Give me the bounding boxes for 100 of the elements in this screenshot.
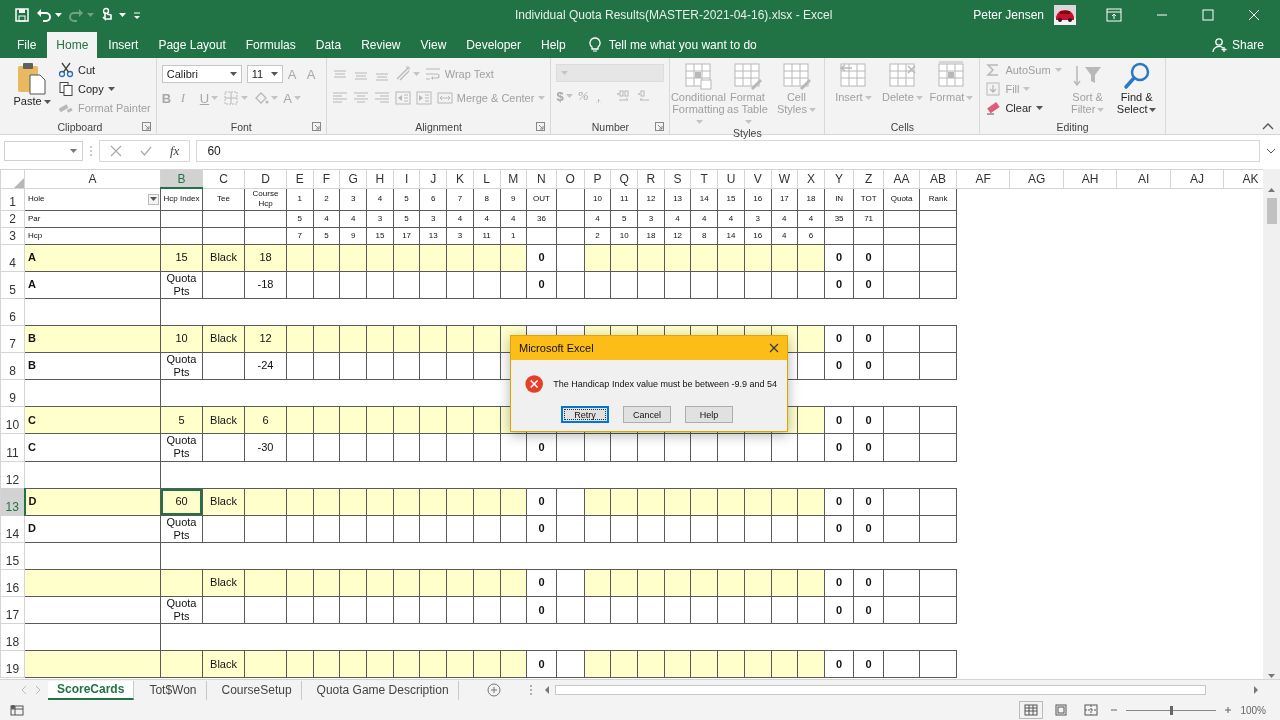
- column-header[interactable]: R: [637, 169, 665, 188]
- dropdown-field[interactable]: 11: [246, 65, 283, 83]
- ribbon-button[interactable]: Paste: [9, 61, 55, 107]
- sheet-tab[interactable]: CourseSetup: [212, 680, 302, 700]
- table-cell: 0: [853, 488, 884, 516]
- ribbon-tab[interactable]: Page Layout: [149, 32, 235, 58]
- column-header[interactable]: C: [202, 169, 245, 188]
- sheet-tab[interactable]: ScoreCards: [48, 680, 135, 700]
- column-header[interactable]: B: [160, 169, 203, 188]
- dialog-button[interactable]: Cancel: [623, 406, 671, 423]
- column-header[interactable]: AF: [956, 169, 1010, 188]
- row-header[interactable]: 19: [0, 650, 25, 678]
- zoom-level[interactable]: 100%: [1240, 704, 1266, 716]
- ribbon-tab[interactable]: View: [411, 32, 456, 58]
- column-header[interactable]: I: [393, 169, 420, 188]
- group-label: Font: [230, 120, 252, 133]
- table-cell: 3: [446, 227, 474, 244]
- column-header[interactable]: AJ: [1170, 169, 1224, 188]
- row-header[interactable]: 15: [0, 542, 25, 570]
- column-header[interactable]: N: [526, 169, 557, 188]
- row-header[interactable]: 14: [0, 515, 25, 543]
- ribbon-button[interactable]: Copy: [58, 80, 151, 98]
- row-header[interactable]: 4: [0, 244, 25, 271]
- row-header[interactable]: 11: [0, 433, 25, 462]
- row-header[interactable]: 9: [0, 379, 25, 407]
- ribbon-tab[interactable]: Home: [47, 32, 98, 58]
- column-header[interactable]: L: [473, 169, 500, 188]
- column-header[interactable]: AB: [919, 169, 957, 188]
- sheet-tab[interactable]: Tot$Won: [140, 680, 207, 700]
- column-header[interactable]: Y: [824, 169, 854, 188]
- table-cell: 15: [717, 188, 745, 210]
- table-cell: B: [24, 352, 161, 380]
- column-header[interactable]: E: [286, 169, 314, 188]
- table-cell: IN: [824, 188, 854, 210]
- table-cell: Par: [24, 210, 161, 227]
- column-header[interactable]: D: [244, 169, 287, 188]
- dropdown-field[interactable]: Calibri: [161, 65, 242, 83]
- column-header[interactable]: X: [797, 169, 825, 188]
- ribbon-tab[interactable]: File: [8, 32, 46, 58]
- row-header[interactable]: 8: [0, 352, 25, 380]
- dialog-button[interactable]: Help: [685, 406, 733, 423]
- column-header[interactable]: J: [419, 169, 447, 188]
- table-cell: Quota Pts: [160, 271, 203, 299]
- column-header[interactable]: AK: [1223, 169, 1263, 188]
- ribbon-tab[interactable]: Developer: [457, 32, 530, 58]
- table-cell: 0: [853, 433, 884, 462]
- row-header[interactable]: 16: [0, 569, 25, 597]
- table-cell: 0: [526, 569, 557, 597]
- row-header[interactable]: 13: [0, 488, 25, 516]
- column-header[interactable]: F: [313, 169, 340, 188]
- column-header[interactable]: Z: [853, 169, 884, 188]
- table-cell: 9: [500, 188, 527, 210]
- ribbon-tab[interactable]: Help: [532, 32, 575, 58]
- column-header[interactable]: W: [771, 169, 798, 188]
- ribbon-button[interactable]: Find & Select: [1113, 61, 1160, 115]
- column-header[interactable]: AI: [1116, 169, 1171, 188]
- formula-field[interactable]: 60: [196, 140, 1260, 162]
- row-header[interactable]: 2: [0, 210, 25, 227]
- column-header[interactable]: AA: [883, 169, 920, 188]
- column-header[interactable]: T: [690, 169, 718, 188]
- row-header[interactable]: 18: [0, 623, 25, 651]
- search-field[interactable]: Tell me what you want to do: [606, 37, 831, 53]
- column-header[interactable]: V: [744, 169, 771, 188]
- dialog-message: The Handicap Index value must be between -9.9 and 54: [553, 379, 777, 389]
- table-cell: 0: [853, 325, 884, 353]
- table-cell: 4: [313, 210, 340, 227]
- column-header[interactable]: H: [366, 169, 394, 188]
- row-header[interactable]: 6: [0, 298, 25, 326]
- insert-function-button[interactable]: fx: [170, 143, 180, 159]
- row-header[interactable]: 10: [0, 406, 25, 434]
- dialog-button[interactable]: Retry: [561, 406, 609, 423]
- column-header[interactable]: Q: [610, 169, 638, 188]
- column-header[interactable]: AH: [1063, 169, 1117, 188]
- sheet-tab[interactable]: Quota Game Description: [307, 680, 459, 700]
- row-header[interactable]: 12: [0, 461, 25, 489]
- share-button[interactable]: Share: [1211, 32, 1264, 58]
- column-header[interactable]: M: [500, 169, 527, 188]
- row-header[interactable]: 3: [0, 227, 25, 244]
- column-header[interactable]: S: [664, 169, 691, 188]
- column-header[interactable]: O: [556, 169, 585, 188]
- table-cell: 15: [366, 227, 394, 244]
- ribbon-tab[interactable]: Formulas: [236, 32, 305, 58]
- column-header[interactable]: G: [339, 169, 367, 188]
- column-header[interactable]: AG: [1009, 169, 1064, 188]
- column-header[interactable]: P: [584, 169, 611, 188]
- ribbon-tab[interactable]: Review: [352, 32, 410, 58]
- column-header[interactable]: K: [446, 169, 474, 188]
- row-header[interactable]: 7: [0, 325, 25, 353]
- ribbon-button[interactable]: Cut: [58, 61, 151, 79]
- table-cell: 0: [824, 515, 854, 543]
- table-cell: TOT: [853, 188, 884, 210]
- ribbon-button[interactable]: Clear: [985, 99, 1062, 117]
- table-cell: 8: [473, 188, 500, 210]
- row-header[interactable]: 1: [0, 188, 25, 210]
- column-header[interactable]: U: [717, 169, 745, 188]
- ribbon-tab[interactable]: Insert: [99, 32, 148, 58]
- row-header[interactable]: 17: [0, 596, 25, 624]
- column-header[interactable]: A: [24, 169, 161, 188]
- ribbon-tab[interactable]: Data: [306, 32, 351, 58]
- row-header[interactable]: 5: [0, 271, 25, 299]
